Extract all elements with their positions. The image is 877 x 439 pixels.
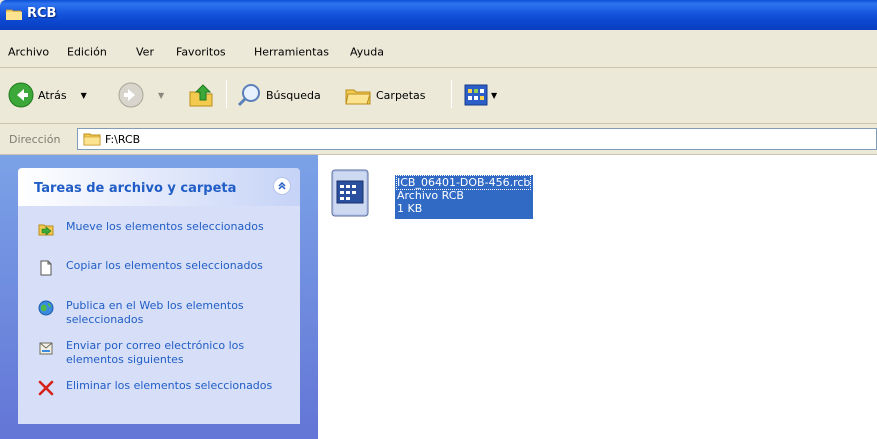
forward-dropdown-icon[interactable]: ▼: [158, 91, 164, 100]
address-label: Dirección: [9, 133, 61, 146]
back-button[interactable]: Atrás ▼: [8, 81, 87, 109]
back-label: Atrás: [38, 88, 67, 102]
folders-icon: [345, 89, 371, 105]
menu-bar: Archivo Edición Ver Favoritos Herramient…: [0, 30, 877, 68]
menu-favoritos[interactable]: Favoritos: [176, 46, 226, 59]
forward-button[interactable]: ▼: [118, 81, 164, 109]
address-value: F:\RCB: [105, 132, 141, 146]
globe-icon: [38, 300, 54, 316]
copy-icon: [40, 260, 52, 276]
rcb-file-icon: [331, 169, 369, 217]
file-size: 1 KB: [397, 202, 423, 215]
task-send-email[interactable]: Enviar por correo electrónico los elemen…: [38, 339, 286, 367]
search-label: Búsqueda: [266, 88, 321, 102]
task-publish-web[interactable]: Publica en el Web los elementos seleccio…: [38, 299, 286, 327]
window-title: RCB: [27, 6, 57, 21]
up-folder-icon: [189, 84, 213, 107]
task-move-label: Mueve los elementos seleccionados: [66, 220, 264, 233]
task-copy-label: Copiar los elementos seleccionados: [66, 259, 263, 272]
address-input[interactable]: F:\RCB: [77, 128, 877, 150]
folder-icon: [83, 133, 101, 146]
menu-ayuda[interactable]: Ayuda: [350, 46, 384, 59]
file-type: Archivo RCB: [397, 189, 464, 202]
envelope-icon: [39, 342, 53, 355]
toolbar: Atrás ▼ ▼ Búsqueda Carpetas ▼: [0, 68, 877, 124]
menu-herramientas[interactable]: Herramientas: [254, 46, 329, 59]
address-bar: Dirección F:\RCB: [0, 124, 877, 155]
task-panel-header[interactable]: Tareas de archivo y carpeta: [18, 168, 300, 206]
toolbar-separator: [451, 80, 452, 108]
file-list-area[interactable]: ICB_06401-DOB-456.rcb Archivo RCB 1 KB: [318, 155, 877, 439]
collapse-button[interactable]: [273, 177, 291, 195]
views-dropdown-icon[interactable]: ▼: [491, 91, 497, 100]
task-copy[interactable]: Copiar los elementos seleccionados: [38, 259, 286, 276]
folders-label: Carpetas: [376, 88, 426, 102]
double-chevron-up-icon: [278, 181, 286, 190]
title-bar[interactable]: RCB: [0, 0, 877, 30]
up-folder-button[interactable]: [188, 81, 214, 109]
file-item[interactable]: ICB_06401-DOB-456.rcb Archivo RCB 1 KB: [329, 167, 534, 219]
forward-arrow-icon: [118, 82, 144, 108]
menu-edicion[interactable]: Edición: [67, 46, 107, 59]
menu-ver[interactable]: Ver: [136, 46, 154, 59]
menu-archivo[interactable]: Archivo: [8, 46, 49, 59]
file-folder-tasks-panel: Tareas de archivo y carpeta Mueve los el…: [18, 168, 300, 424]
search-icon: [237, 84, 260, 107]
task-delete[interactable]: Eliminar los elementos seleccionados: [38, 379, 286, 396]
left-task-pane: Tareas de archivo y carpeta Mueve los el…: [0, 155, 318, 439]
toolbar-separator: [226, 80, 227, 108]
search-button[interactable]: Búsqueda: [236, 81, 321, 109]
move-icon: [38, 224, 54, 236]
back-dropdown-icon[interactable]: ▼: [81, 91, 87, 100]
folder-icon: [6, 9, 22, 20]
views-button[interactable]: ▼: [464, 81, 497, 109]
back-arrow-icon: [8, 82, 34, 108]
file-details-selected: ICB_06401-DOB-456.rcb Archivo RCB 1 KB: [395, 175, 534, 219]
folders-button[interactable]: Carpetas: [344, 81, 425, 109]
task-move[interactable]: Mueve los elementos seleccionados: [38, 220, 286, 237]
delete-x-icon: [38, 380, 54, 396]
task-send-email-label: Enviar por correo electrónico los elemen…: [66, 339, 245, 366]
task-publish-web-label: Publica en el Web los elementos seleccio…: [66, 299, 244, 326]
views-icon: [464, 84, 488, 106]
task-delete-label: Eliminar los elementos seleccionados: [66, 379, 273, 392]
file-name: ICB_06401-DOB-456.rcb: [395, 175, 532, 190]
task-panel-title: Tareas de archivo y carpeta: [34, 181, 237, 196]
